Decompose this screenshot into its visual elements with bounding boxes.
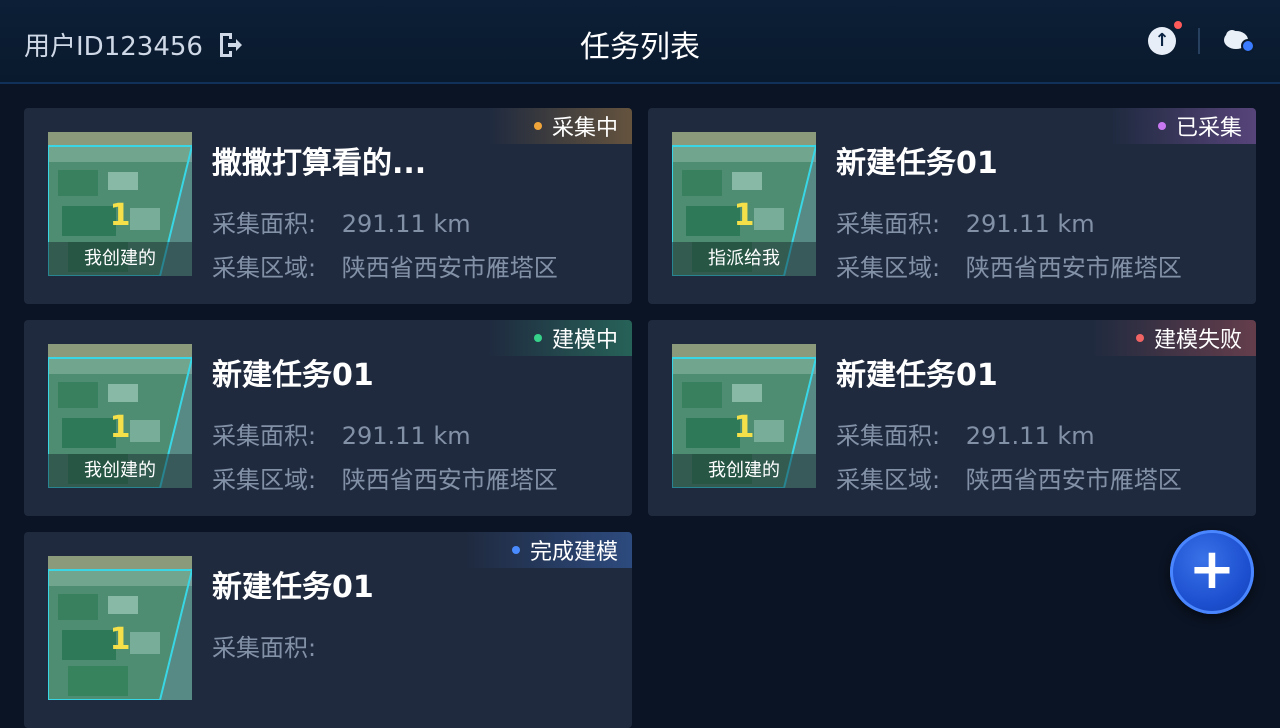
- task-card[interactable]: 1 新建任务01 采集面积: 完成建模: [24, 532, 632, 728]
- status-text: 完成建模: [529, 540, 618, 565]
- area-value: 291.11 km: [965, 422, 1095, 450]
- upload-icon[interactable]: ↑: [1148, 21, 1182, 55]
- region-label: 采集区域:: [212, 254, 317, 282]
- top-bar: 用户ID123456 任务列表 ↑: [0, 0, 1280, 84]
- status-badge: 已采集: [1111, 108, 1256, 144]
- ownership-tag: 我创建的: [48, 454, 192, 488]
- thumbnail-number: 1: [109, 410, 131, 445]
- area-value: 291.11 km: [341, 210, 471, 238]
- status-dot: [533, 334, 542, 342]
- task-card[interactable]: 1 我创建的 新建任务01 采集面积: 291.11 km 采集区域: 陕西省西…: [24, 320, 632, 516]
- area-row: 采集面积: 291.11 km: [836, 416, 1095, 451]
- status-text: 建模失败: [1153, 328, 1242, 353]
- status-dot: [511, 546, 520, 554]
- area-row: 采集面积:: [212, 628, 334, 663]
- task-thumbnail: 1 我创建的: [672, 344, 816, 488]
- area-label: 采集面积:: [836, 422, 941, 450]
- cloud-icon[interactable]: [1222, 26, 1256, 56]
- task-title: 撒撒打算看的...: [212, 146, 427, 181]
- status-text: 建模中: [551, 328, 618, 353]
- area-label: 采集面积:: [212, 210, 317, 238]
- status-dot: [1135, 334, 1144, 342]
- area-value: 291.11 km: [341, 422, 471, 450]
- status-text: 采集中: [551, 116, 618, 141]
- task-title: 新建任务01: [836, 358, 998, 393]
- region-value: 陕西省西安市雁塔区: [965, 254, 1182, 282]
- area-value: 291.11 km: [965, 210, 1095, 238]
- area-label: 采集面积:: [212, 422, 317, 450]
- ownership-tag: 我创建的: [48, 242, 192, 276]
- region-row: 采集区域: 陕西省西安市雁塔区: [212, 460, 558, 495]
- status-dot: [533, 122, 542, 130]
- task-title: 新建任务01: [212, 570, 374, 605]
- region-row: 采集区域: 陕西省西安市雁塔区: [212, 248, 558, 283]
- status-dot: [1157, 122, 1166, 130]
- status-badge: 建模中: [487, 320, 632, 356]
- ownership-tag: 我创建的: [672, 454, 816, 488]
- ownership-tag: 指派给我: [672, 242, 816, 276]
- region-row: 采集区域: 陕西省西安市雁塔区: [836, 248, 1182, 283]
- region-value: 陕西省西安市雁塔区: [341, 466, 558, 494]
- area-row: 采集面积: 291.11 km: [836, 204, 1095, 239]
- region-value: 陕西省西安市雁塔区: [965, 466, 1182, 494]
- status-badge: 建模失败: [1089, 320, 1256, 356]
- region-row: [212, 672, 230, 700]
- task-card[interactable]: 1 指派给我 新建任务01 采集面积: 291.11 km 采集区域: 陕西省西…: [648, 108, 1256, 304]
- status-badge: 采集中: [487, 108, 632, 144]
- task-thumbnail: 1 指派给我: [672, 132, 816, 276]
- area-label: 采集面积:: [212, 634, 317, 662]
- region-label: 采集区域:: [836, 254, 941, 282]
- area-label: 采集面积:: [836, 210, 941, 238]
- task-card[interactable]: 1 我创建的 新建任务01 采集面积: 291.11 km 采集区域: 陕西省西…: [648, 320, 1256, 516]
- region-row: 采集区域: 陕西省西安市雁塔区: [836, 460, 1182, 495]
- task-thumbnail: 1 我创建的: [48, 132, 192, 276]
- task-thumbnail: 1 我创建的: [48, 344, 192, 488]
- task-thumbnail: 1: [48, 556, 192, 700]
- task-title: 新建任务01: [212, 358, 374, 393]
- thumbnail-number: 1: [733, 410, 755, 445]
- status-text: 已采集: [1175, 116, 1242, 141]
- region-value: 陕西省西安市雁塔区: [341, 254, 558, 282]
- area-row: 采集面积: 291.11 km: [212, 204, 471, 239]
- thumbnail-number: 1: [109, 198, 131, 233]
- task-title: 新建任务01: [836, 146, 998, 181]
- region-label: 采集区域:: [212, 466, 317, 494]
- plus-icon: +: [1188, 537, 1236, 602]
- thumbnail-number: 1: [733, 198, 755, 233]
- region-label: 采集区域:: [836, 466, 941, 494]
- add-task-button[interactable]: +: [1170, 530, 1254, 614]
- divider: [1198, 28, 1200, 54]
- area-row: 采集面积: 291.11 km: [212, 416, 471, 451]
- task-card[interactable]: 1 我创建的 撒撒打算看的... 采集面积: 291.11 km 采集区域: 陕…: [24, 108, 632, 304]
- status-badge: 完成建模: [465, 532, 632, 568]
- page-title: 任务列表: [580, 30, 700, 65]
